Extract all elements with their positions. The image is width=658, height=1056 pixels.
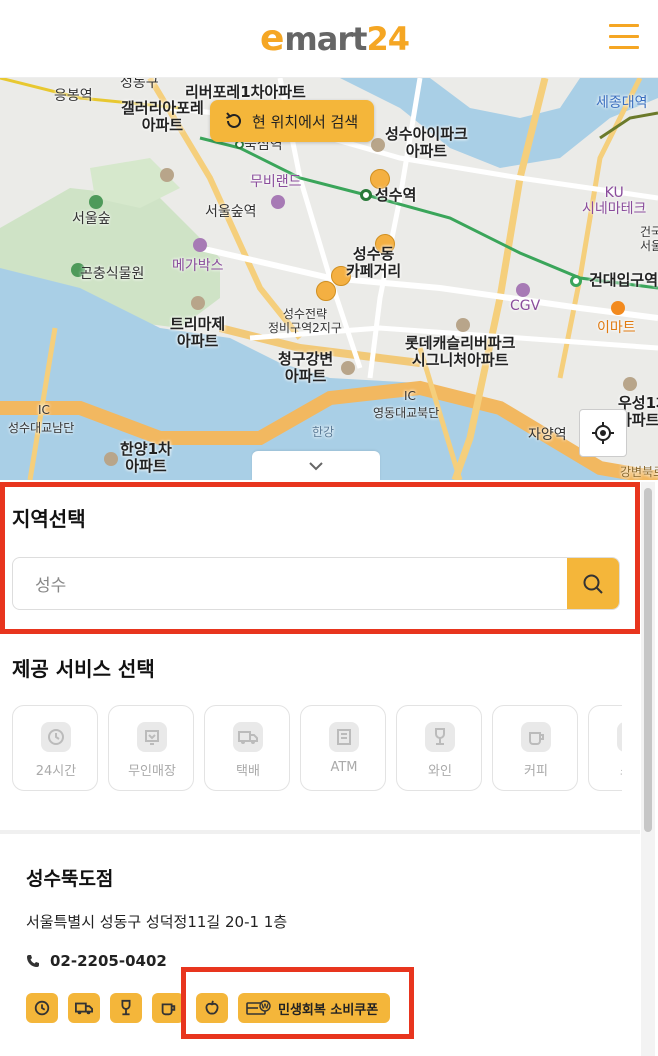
service-filter-wine[interactable]: 와인 bbox=[396, 705, 482, 791]
apartment-icon bbox=[341, 361, 355, 375]
service-filter-atm[interactable]: ATM bbox=[300, 705, 386, 791]
emart24-logo[interactable]: e mart 24 bbox=[260, 18, 410, 62]
logo-e: e bbox=[260, 18, 285, 59]
service-label: 와인 bbox=[428, 764, 452, 779]
scrollbar-thumb[interactable] bbox=[644, 488, 652, 832]
logo-mart: mart bbox=[284, 20, 367, 58]
map-label-hangang: 한강 bbox=[312, 425, 335, 439]
map-label-yeongdong: 영동대교북단 bbox=[373, 406, 440, 420]
logo-num: 24 bbox=[366, 20, 410, 58]
refresh-icon bbox=[226, 112, 241, 128]
service-label: 커피 bbox=[524, 764, 548, 779]
seongsu-station-marker-icon bbox=[360, 189, 372, 201]
store-phone-number: 02-2205-0402 bbox=[50, 952, 167, 970]
konkuk-station-marker-icon bbox=[570, 275, 582, 287]
map-label-seongsudong-cafe: 성수동 카페거리 bbox=[346, 245, 402, 281]
store-phone[interactable]: 02-2205-0402 bbox=[26, 952, 167, 970]
clock-icon bbox=[41, 722, 71, 752]
park-icon bbox=[89, 195, 103, 209]
store-marker[interactable] bbox=[316, 281, 336, 301]
map-label-eungbong: 응봉역 bbox=[54, 88, 93, 104]
my-location-button[interactable] bbox=[579, 409, 627, 457]
service-label: 24시간 bbox=[35, 764, 77, 779]
map-label-ku-cinema: KU 시네마테크 bbox=[582, 185, 647, 218]
section-divider bbox=[0, 830, 640, 834]
map-label-gangbyeon: 강변북로 bbox=[620, 465, 658, 479]
map-label-gonchung: 곤충식물원 bbox=[80, 266, 145, 282]
service-label: 택배 bbox=[236, 764, 260, 779]
crosshair-icon bbox=[592, 422, 614, 444]
apartment-icon bbox=[160, 168, 174, 182]
store-name[interactable]: 성수뚝도점 bbox=[26, 864, 113, 891]
cinema-icon bbox=[193, 238, 207, 252]
panel-scrollbar[interactable] bbox=[641, 482, 655, 1056]
map-label-ic-2: IC bbox=[404, 389, 416, 403]
truck-badge-icon bbox=[68, 993, 100, 1023]
map-label-hanyang: 한양1차 아파트 bbox=[120, 440, 172, 476]
service-label: 무인매장 bbox=[128, 764, 176, 779]
collapse-map-button[interactable] bbox=[252, 451, 380, 481]
search-this-area-button[interactable]: 현 위치에서 검색 bbox=[210, 100, 375, 142]
mart-icon bbox=[611, 301, 625, 315]
map-label-seongsu-bridge: 성수대교남단 bbox=[8, 421, 75, 435]
map-label-jayang: 자양역 bbox=[528, 427, 567, 443]
search-this-area-label: 현 위치에서 검색 bbox=[252, 112, 359, 131]
map-label-sejong: 세종대역 bbox=[596, 95, 648, 111]
search-icon bbox=[583, 574, 603, 594]
service-label: 스낵 bbox=[589, 760, 622, 779]
map-label-cgv: CGV bbox=[510, 298, 541, 314]
service-filter-delivery[interactable]: 택배 bbox=[204, 705, 290, 791]
phone-icon bbox=[27, 955, 39, 967]
services-section-title: 제공 서비스 선택 bbox=[12, 657, 155, 681]
map-label-trimage: 트리마제 아파트 bbox=[170, 315, 226, 351]
service-filter-coffee[interactable]: 커피 bbox=[492, 705, 578, 791]
apartment-icon bbox=[371, 138, 385, 152]
coffee-cup-icon bbox=[521, 722, 551, 752]
service-filter-list: 24시간 무인매장 택배 ATM 와인 커피 스낵 bbox=[12, 705, 622, 791]
clock-badge-icon bbox=[26, 993, 58, 1023]
map-label-emart: 이마트 bbox=[597, 320, 636, 336]
map-label-seoulforest-station: 서울숲역 bbox=[205, 204, 257, 220]
map-label-megabox: 메가박스 bbox=[172, 258, 224, 274]
service-filter-24h[interactable]: 24시간 bbox=[12, 705, 98, 791]
map-label-lotte: 롯데캐슬리버파크 시그니처아파트 bbox=[405, 334, 516, 370]
region-section-title: 지역선택 bbox=[12, 507, 86, 531]
cinema-icon bbox=[516, 283, 530, 297]
map-label-mubiland: 무비랜드 bbox=[250, 174, 302, 190]
coffee-cup-badge-icon bbox=[152, 993, 184, 1023]
region-search-input[interactable] bbox=[13, 558, 569, 609]
map-label-konkuk-station: 건대입구역 bbox=[589, 271, 658, 289]
map-label-seongdong: 성동구 bbox=[120, 78, 159, 91]
map-label-seoulforest: 서울숲 bbox=[72, 211, 111, 227]
store-address: 서울특별시 성동구 성덕정11길 20-1 1층 bbox=[26, 913, 288, 931]
cinema-icon bbox=[271, 195, 285, 209]
region-search-field[interactable] bbox=[12, 557, 620, 610]
apartment-icon bbox=[191, 296, 205, 310]
unmanned-store-icon bbox=[137, 722, 167, 752]
chevron-down-icon bbox=[309, 462, 323, 471]
wine-glass-icon bbox=[425, 722, 455, 752]
atm-icon bbox=[329, 722, 359, 752]
apartment-icon bbox=[456, 318, 470, 332]
service-label: ATM bbox=[330, 760, 358, 775]
map-label-ic-1: IC bbox=[38, 403, 50, 417]
apartment-icon bbox=[104, 452, 118, 466]
truck-icon bbox=[233, 722, 263, 752]
map-label-cheonggu: 청구강변 아파트 bbox=[278, 350, 334, 386]
map-label-geonkuk: 건국 서울 bbox=[640, 225, 658, 253]
service-filter-snack[interactable]: 스낵 bbox=[588, 705, 622, 791]
map-label-galleria: 갤러리아포레 아파트 bbox=[121, 99, 204, 135]
hamburger-menu-icon[interactable] bbox=[609, 24, 639, 50]
app-header: e mart 24 bbox=[0, 0, 658, 78]
service-filter-unmanned[interactable]: 무인매장 bbox=[108, 705, 194, 791]
apartment-icon bbox=[623, 377, 637, 391]
map-label-seongsu-station: 성수역 bbox=[375, 186, 417, 204]
map-label-seongsu-strategy: 성수전략 정비구역2지구 bbox=[268, 307, 342, 335]
snack-icon bbox=[617, 722, 622, 752]
coupon-highlight-box bbox=[181, 967, 414, 1039]
region-search-button[interactable] bbox=[567, 558, 619, 609]
wine-glass-badge-icon bbox=[110, 993, 142, 1023]
map-label-seongsu-ipark: 성수아이파크 아파트 bbox=[385, 125, 468, 161]
